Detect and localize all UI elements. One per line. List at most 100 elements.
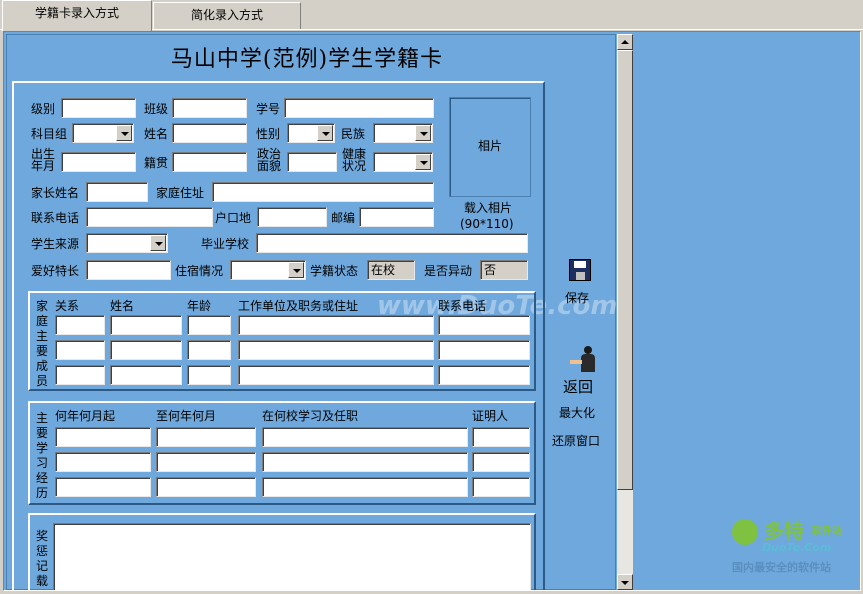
scroll-up-button[interactable] [617, 34, 633, 50]
back-button[interactable]: 返回 [563, 376, 593, 397]
postcode-input[interactable] [359, 207, 434, 227]
health-label: 健康 状况 [342, 147, 367, 173]
family-header-work: 工作单位及职务或住址 [238, 299, 359, 313]
photo-box[interactable]: 相片 [449, 97, 531, 197]
study-witness-input[interactable] [472, 427, 530, 447]
family-phone-input[interactable] [438, 340, 530, 360]
study-header-school: 在何校学习及任职 [262, 409, 359, 423]
family-age-input[interactable] [187, 315, 231, 335]
name-input[interactable] [172, 123, 247, 143]
family-work-input[interactable] [238, 315, 434, 335]
family-work-input[interactable] [238, 340, 434, 360]
chevron-down-icon[interactable] [288, 262, 304, 278]
family-work-input[interactable] [238, 365, 434, 385]
family-phone-input[interactable] [438, 315, 530, 335]
political-input[interactable] [287, 152, 337, 172]
study-to-input[interactable] [156, 427, 256, 447]
lodging-label: 住宿情况 [175, 264, 224, 278]
scroll-down-button[interactable] [617, 574, 633, 590]
family-age-input[interactable] [187, 365, 231, 385]
grade-label: 级别 [31, 102, 56, 116]
family-relation-input[interactable] [55, 315, 105, 335]
study-header-from: 何年何月起 [55, 409, 116, 423]
family-name-input[interactable] [110, 340, 182, 360]
family-group-label: 家庭主要成员 [35, 299, 48, 388]
home-address-label: 家庭住址 [156, 186, 205, 200]
parent-name-label: 家长姓名 [31, 186, 80, 200]
graduate-school-label: 毕业学校 [201, 237, 250, 251]
ethnicity-label: 民族 [341, 127, 366, 141]
lodging-select[interactable] [230, 260, 306, 280]
status-label: 学籍状态 [310, 264, 359, 278]
grade-input[interactable] [61, 98, 136, 118]
study-witness-input[interactable] [472, 477, 530, 497]
family-relation-input[interactable] [55, 365, 105, 385]
family-relation-input[interactable] [55, 340, 105, 360]
status-value: 在校 [367, 260, 415, 280]
family-phone-input[interactable] [438, 365, 530, 385]
study-school-input[interactable] [262, 452, 468, 472]
load-photo-button[interactable]: 载入相片 [464, 201, 512, 215]
study-from-input[interactable] [55, 477, 151, 497]
mascot-icon [732, 519, 758, 545]
logo-slogan: 国内最安全的软件站 [732, 561, 831, 574]
source-select[interactable] [86, 233, 168, 253]
family-age-input[interactable] [187, 340, 231, 360]
parent-name-input[interactable] [86, 182, 148, 202]
study-to-input[interactable] [156, 477, 256, 497]
study-witness-input[interactable] [472, 452, 530, 472]
native-place-input[interactable] [172, 152, 247, 172]
class-input[interactable] [172, 98, 247, 118]
name-label: 姓名 [144, 127, 169, 141]
person-hand-shape [570, 360, 582, 364]
tab-bar: 学籍卡录入方式 简化录入方式 [0, 0, 863, 31]
logo-brand: 多特 [764, 519, 804, 543]
graduate-school-input[interactable] [256, 233, 528, 253]
tab-simple-entry[interactable]: 简化录入方式 [153, 2, 301, 30]
phone-input[interactable] [86, 207, 213, 227]
gender-select[interactable] [287, 123, 335, 143]
home-address-input[interactable] [212, 182, 434, 202]
study-header-to: 至何年何月 [156, 409, 217, 423]
chevron-down-icon[interactable] [415, 154, 431, 170]
restore-window-button[interactable]: 还原窗口 [552, 432, 600, 449]
study-from-input[interactable] [55, 427, 151, 447]
birth-input[interactable] [61, 152, 136, 172]
health-select[interactable] [373, 152, 433, 172]
family-name-input[interactable] [110, 365, 182, 385]
study-school-input[interactable] [262, 427, 468, 447]
chevron-down-icon[interactable] [317, 125, 333, 141]
study-group-label: 主要学习经历 [35, 411, 48, 500]
student-no-input[interactable] [284, 98, 434, 118]
save-icon[interactable] [569, 259, 591, 281]
family-header-age: 年龄 [187, 299, 212, 313]
postcode-label: 邮编 [331, 211, 356, 225]
study-school-input[interactable] [262, 477, 468, 497]
subject-group-select[interactable] [72, 123, 134, 143]
transfer-label: 是否异动 [424, 264, 473, 278]
hukou-input[interactable] [257, 207, 327, 227]
study-from-input[interactable] [55, 452, 151, 472]
tab-page: 马山中学(范例)学生学籍卡 www.DuoTe.com 级别 班级 学号 科目组… [3, 31, 861, 591]
ethnicity-select[interactable] [373, 123, 433, 143]
family-header-relation: 关系 [55, 299, 80, 313]
awards-textarea[interactable] [53, 523, 531, 590]
awards-group: 奖惩记载 [28, 513, 536, 590]
hobby-input[interactable] [86, 260, 171, 280]
chevron-down-icon[interactable] [150, 235, 166, 251]
save-button[interactable]: 保存 [565, 289, 589, 306]
scroll-thumb[interactable] [617, 50, 633, 490]
study-to-input[interactable] [156, 452, 256, 472]
hukou-label: 户口地 [215, 211, 252, 225]
vertical-scrollbar[interactable] [617, 34, 633, 590]
logo-site: DuoTe.Com [762, 541, 832, 554]
chevron-down-icon[interactable] [116, 125, 132, 141]
chevron-down-icon[interactable] [415, 125, 431, 141]
back-icon[interactable] [567, 346, 599, 374]
family-name-input[interactable] [110, 315, 182, 335]
tab-register-card[interactable]: 学籍卡录入方式 [2, 0, 152, 31]
native-place-label: 籍贯 [144, 156, 169, 170]
maximize-button[interactable]: 最大化 [559, 404, 595, 421]
study-header-witness: 证明人 [472, 409, 509, 423]
page-title: 马山中学(范例)学生学籍卡 [170, 47, 444, 72]
